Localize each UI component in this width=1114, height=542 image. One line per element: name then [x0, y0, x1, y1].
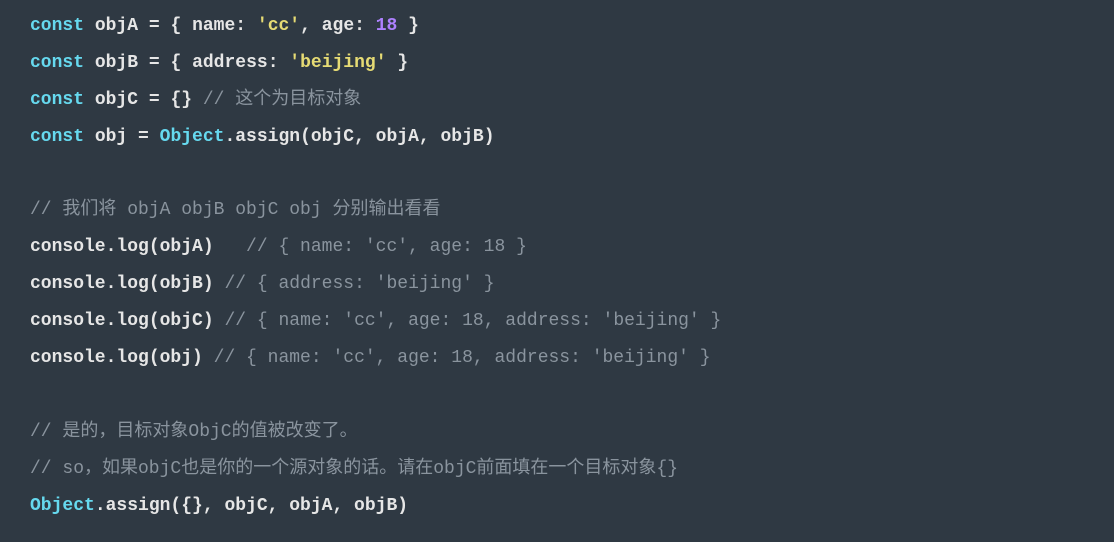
- code-line: const obj = Object.assign(objC, objA, ob…: [30, 127, 495, 147]
- code-line: const objB = { address: 'beijing' }: [30, 53, 408, 73]
- code-line: console.log(obj) // { name: 'cc', age: 1…: [30, 348, 711, 368]
- call-expression: console.log(objB): [30, 274, 214, 294]
- property: age: [322, 16, 354, 36]
- code-line: const objA = { name: 'cc', age: 18 }: [30, 16, 419, 36]
- call-expression: console.log(objA): [30, 237, 214, 257]
- code-line: Object.assign({}, objC, objA, objB): [30, 496, 408, 516]
- comment: // { address: 'beijing' }: [224, 274, 494, 294]
- method: .assign({},: [95, 496, 225, 516]
- spacing: [203, 348, 214, 368]
- arguments: objC, objA, objB): [224, 496, 408, 516]
- spacing: [214, 237, 246, 257]
- identifier: objC: [95, 90, 138, 110]
- punct: = {}: [138, 90, 203, 110]
- code-line: console.log(objC) // { name: 'cc', age: …: [30, 311, 721, 331]
- number-literal: 18: [376, 16, 398, 36]
- punct: }: [387, 53, 409, 73]
- punct: }: [397, 16, 419, 36]
- method: .assign(: [224, 127, 310, 147]
- identifier: objB: [95, 53, 138, 73]
- identifier: objA: [95, 16, 138, 36]
- punct: =: [127, 127, 159, 147]
- class-name: Object: [160, 127, 225, 147]
- keyword: const: [30, 16, 84, 36]
- code-line: console.log(objB) // { address: 'beijing…: [30, 274, 495, 294]
- property: address: [192, 53, 268, 73]
- punct: = {: [138, 53, 192, 73]
- string-literal: 'cc': [257, 16, 300, 36]
- call-expression: console.log(objC): [30, 311, 214, 331]
- keyword: const: [30, 53, 84, 73]
- code-line: // 是的，目标对象ObjC的值被改变了。: [30, 422, 358, 442]
- keyword: const: [30, 90, 84, 110]
- punct: = {: [138, 16, 192, 36]
- comment: // { name: 'cc', age: 18, address: 'beij…: [224, 311, 721, 331]
- property: name: [192, 16, 235, 36]
- code-line: // 我们将 objA objB objC obj 分别输出看看: [30, 200, 440, 220]
- code-line: const objC = {} // 这个为目标对象: [30, 90, 361, 110]
- arguments: objC, objA, objB): [311, 127, 495, 147]
- comment: // { name: 'cc', age: 18 }: [246, 237, 527, 257]
- punct: :: [268, 53, 290, 73]
- identifier: obj: [95, 127, 127, 147]
- punct: ,: [300, 16, 322, 36]
- comment: // 这个为目标对象: [203, 90, 361, 110]
- code-block: const objA = { name: 'cc', age: 18 } con…: [0, 0, 1114, 542]
- code-line: console.log(objA) // { name: 'cc', age: …: [30, 237, 527, 257]
- comment: // so，如果objC也是你的一个源对象的话。请在objC前面填在一个目标对象…: [30, 459, 678, 479]
- spacing: [214, 311, 225, 331]
- comment: // 是的，目标对象ObjC的值被改变了。: [30, 422, 358, 442]
- spacing: [214, 274, 225, 294]
- punct: :: [235, 16, 257, 36]
- punct: :: [354, 16, 376, 36]
- keyword: const: [30, 127, 84, 147]
- call-expression: console.log(obj): [30, 348, 203, 368]
- class-name: Object: [30, 496, 95, 516]
- string-literal: 'beijing': [289, 53, 386, 73]
- comment: // { name: 'cc', age: 18, address: 'beij…: [214, 348, 711, 368]
- code-line: // so，如果objC也是你的一个源对象的话。请在objC前面填在一个目标对象…: [30, 459, 678, 479]
- comment: // 我们将 objA objB objC obj 分别输出看看: [30, 200, 440, 220]
